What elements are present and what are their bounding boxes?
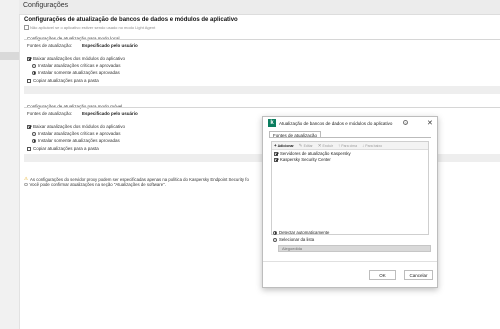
install-approved-option[interactable]: Instalar somente atualizações aprovadas <box>32 138 120 143</box>
ok-button[interactable]: OK <box>369 270 396 280</box>
server-url-input[interactable]: Alegoedida <box>278 245 431 252</box>
pencil-icon: ✎ <box>298 142 303 148</box>
install-critical-option[interactable]: Instalar atualizações críticas e aprovad… <box>32 131 121 136</box>
move-down-button[interactable]: ↓ Para baixo <box>362 143 382 148</box>
select-from-list-radio[interactable] <box>273 237 277 242</box>
left-navigation-bar <box>0 0 20 329</box>
folder-path-field[interactable] <box>24 86 500 94</box>
download-modules-option[interactable]: Baixar atualizações dos módulos do aplic… <box>27 56 125 61</box>
source-checkbox[interactable] <box>274 151 278 156</box>
update-source-value[interactable]: Especificado pelo usuário <box>82 43 138 48</box>
nav-selected-item[interactable] <box>0 52 19 60</box>
light-agent-note: Não aplicável se o aplicativo estiver se… <box>24 25 155 30</box>
detect-automatically-option[interactable]: Detectar automaticamente <box>273 230 329 235</box>
update-source-value[interactable]: Especificado pelo usuário <box>82 111 138 116</box>
updates-info: Você pode confirmar atualizações na seçã… <box>24 182 166 187</box>
copy-to-folder-checkbox[interactable] <box>27 146 31 151</box>
download-modules-checkbox[interactable] <box>27 56 31 61</box>
arrow-up-icon: ↑ <box>338 143 341 148</box>
update-source-label: Fontes de atualização: <box>27 111 73 116</box>
delete-button[interactable]: ✕ Excluir <box>318 143 333 149</box>
close-icon[interactable]: ✕ <box>427 119 433 127</box>
dialog-header: k Atualização de bancos de dados e módul… <box>263 117 437 129</box>
move-up-button[interactable]: ↑ Para cima <box>338 143 357 148</box>
edit-button[interactable]: ✎ Editar <box>299 143 313 149</box>
tab-divider <box>269 137 431 138</box>
info-icon <box>24 182 28 187</box>
sources-table: + Adicionar ✎ Editar ✕ Excluir ↑ Para ci… <box>271 141 429 235</box>
copy-to-folder-checkbox[interactable] <box>27 78 31 83</box>
delete-icon: ✕ <box>317 142 322 148</box>
list-item[interactable]: Kaspersky Security Center <box>274 157 331 162</box>
download-modules-option[interactable]: Baixar atualizações dos módulos do aplic… <box>27 124 125 129</box>
local-mode-section: Configurações de atualização para modo l… <box>24 36 500 106</box>
copy-to-folder-option[interactable]: Copiar atualizações para a pasta <box>27 78 99 83</box>
install-critical-option[interactable]: Instalar atualizações críticas e aprovad… <box>32 63 121 68</box>
page-title: Configurações de atualização de bancos d… <box>24 17 238 23</box>
arrow-down-icon: ↓ <box>362 143 365 148</box>
divider <box>24 107 500 108</box>
select-from-list-option[interactable]: Selecionar da lista <box>273 237 314 242</box>
dialog-footer-divider <box>263 261 437 262</box>
source-checkbox[interactable] <box>274 157 278 162</box>
copy-to-folder-option[interactable]: Copiar atualizações para a pasta <box>27 146 99 151</box>
cancel-button[interactable]: Cancelar <box>404 270 433 280</box>
light-agent-note-text: Não aplicável se o aplicativo estiver se… <box>30 25 156 30</box>
help-icon[interactable]: ? <box>403 119 408 126</box>
kaspersky-logo-icon: k <box>268 119 276 127</box>
install-approved-radio[interactable] <box>32 70 36 75</box>
add-button[interactable]: + Adicionar <box>274 143 294 148</box>
install-approved-option[interactable]: Instalar somente atualizações aprovadas <box>32 70 120 75</box>
install-critical-radio[interactable] <box>32 63 36 68</box>
sources-toolbar: + Adicionar ✎ Editar ✕ Excluir ↑ Para ci… <box>272 142 428 150</box>
detect-automatically-radio[interactable] <box>273 230 277 235</box>
plus-icon: + <box>274 143 277 148</box>
divider <box>24 39 500 40</box>
update-source-label: Fontes de atualização: <box>27 43 73 48</box>
install-critical-radio[interactable] <box>32 131 36 136</box>
dialog-title: Atualização de bancos de dados e módulos… <box>279 120 393 126</box>
update-sources-dialog: k Atualização de bancos de dados e módul… <box>262 116 438 288</box>
list-item[interactable]: Servidores de atualização Kaspersky <box>274 151 351 156</box>
install-approved-radio[interactable] <box>32 138 36 143</box>
download-modules-checkbox[interactable] <box>27 124 31 129</box>
page-header-title: Configurações <box>23 2 69 9</box>
header-bar: Configurações <box>19 0 500 15</box>
light-agent-checkbox[interactable] <box>24 25 29 30</box>
